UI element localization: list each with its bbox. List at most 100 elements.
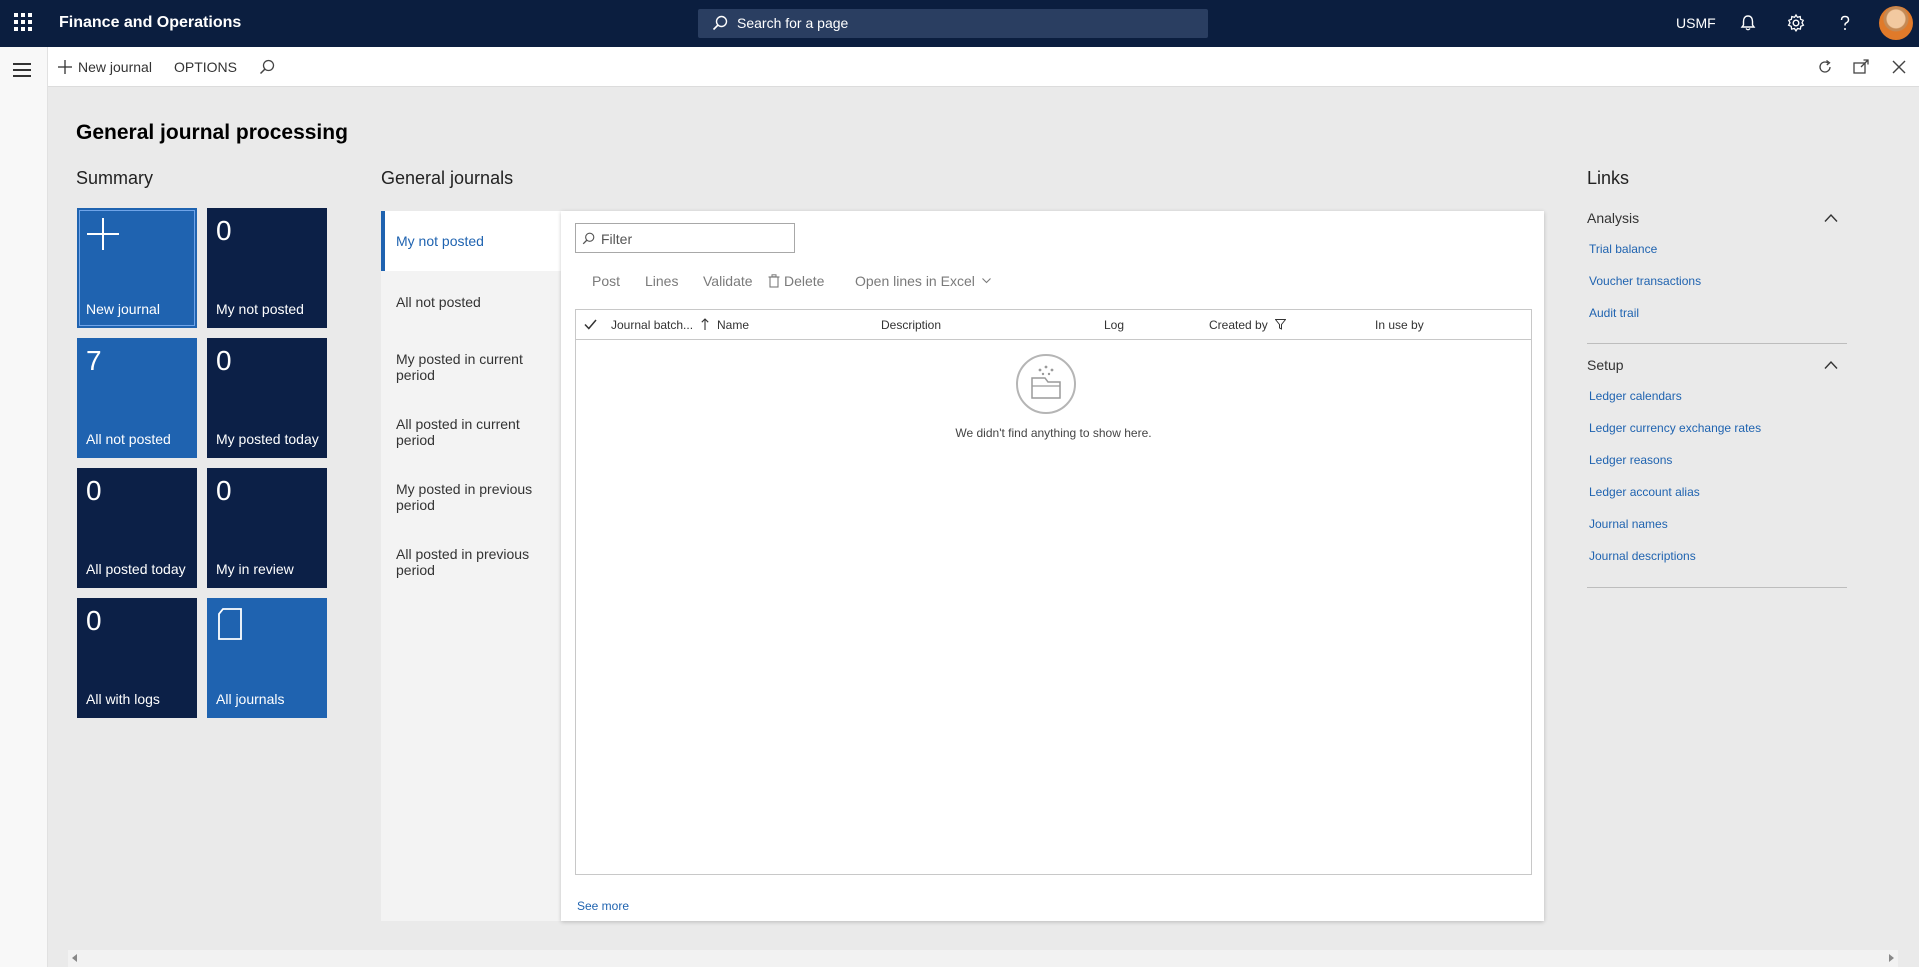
select-all-checkmark-icon[interactable] (584, 319, 597, 330)
page-search-input[interactable]: Search for a page (698, 9, 1208, 38)
links-divider (1587, 587, 1847, 588)
left-navigation-pane (0, 47, 48, 967)
plus-icon (58, 60, 72, 74)
chevron-up-icon[interactable] (1824, 360, 1838, 370)
tile-label: My in review (216, 561, 294, 577)
app-title[interactable]: Finance and Operations (59, 14, 241, 32)
tile-count: 0 (216, 475, 232, 506)
journals-grid-panel: Filter Post Lines Validate Delete Open l… (561, 211, 1544, 921)
link-ledger-reasons[interactable]: Ledger reasons (1589, 453, 1672, 467)
column-created-by-label: Created by (1209, 318, 1268, 332)
open-excel-label: Open lines in Excel (855, 273, 975, 289)
horizontal-scrollbar[interactable] (68, 950, 1898, 967)
company-picker[interactable]: USMF (1676, 15, 1716, 31)
document-icon (218, 608, 242, 640)
scroll-right-arrow-icon[interactable] (1889, 954, 1894, 962)
tile-all-posted-today[interactable]: 0 All posted today (77, 468, 197, 588)
post-button[interactable]: Post (592, 273, 620, 289)
grid-header: Journal batch... Name Description Log Cr… (576, 310, 1531, 340)
tile-my-in-review[interactable]: 0 My in review (207, 468, 327, 588)
tile-label: All not posted (86, 431, 171, 447)
user-avatar[interactable] (1879, 6, 1913, 40)
filter-icon (1274, 319, 1287, 330)
tab-all-posted-current-period[interactable]: All posted in current period (381, 416, 561, 448)
link-trial-balance[interactable]: Trial balance (1589, 242, 1657, 256)
filter-input[interactable]: Filter (575, 223, 795, 253)
tab-my-posted-current-period[interactable]: My posted in current period (381, 351, 561, 383)
tile-all-not-posted[interactable]: 7 All not posted (77, 338, 197, 458)
page-title: General journal processing (76, 121, 348, 144)
tile-all-journals[interactable]: All journals (207, 598, 327, 718)
column-journal-batch[interactable]: Journal batch... (611, 318, 709, 332)
tile-label: All posted today (86, 561, 186, 577)
link-audit-trail[interactable]: Audit trail (1589, 306, 1639, 320)
search-icon (712, 15, 728, 31)
lines-button[interactable]: Lines (645, 273, 678, 289)
chevron-down-icon (981, 278, 991, 284)
action-pane: New journal OPTIONS (48, 47, 1919, 87)
tab-all-not-posted[interactable]: All not posted (381, 294, 561, 310)
open-lines-in-excel-button[interactable]: Open lines in Excel (855, 273, 991, 289)
link-ledger-currency-exchange-rates[interactable]: Ledger currency exchange rates (1589, 421, 1761, 435)
tab-my-posted-previous-period[interactable]: My posted in previous period (381, 481, 561, 513)
tile-my-posted-today[interactable]: 0 My posted today (207, 338, 327, 458)
empty-state-message: We didn't find anything to show here. (955, 426, 1152, 440)
new-journal-label: New journal (78, 59, 152, 75)
open-in-new-window-icon[interactable] (1852, 58, 1870, 76)
column-name[interactable]: Name (717, 318, 749, 332)
journals-grid: Journal batch... Name Description Log Cr… (575, 309, 1532, 875)
tab-all-posted-previous-period[interactable]: All posted in previous period (381, 546, 561, 578)
close-icon[interactable] (1890, 58, 1908, 76)
tile-count: 0 (216, 215, 232, 246)
hamburger-menu-icon[interactable] (13, 63, 31, 77)
delete-label: Delete (784, 273, 825, 289)
column-log[interactable]: Log (1104, 318, 1124, 332)
search-icon[interactable] (259, 59, 275, 75)
link-voucher-transactions[interactable]: Voucher transactions (1589, 274, 1701, 288)
waffle-icon[interactable] (14, 13, 32, 31)
tile-new-journal[interactable]: New journal (77, 208, 197, 328)
empty-folder-icon (1016, 354, 1076, 414)
top-navigation-bar: Finance and Operations Search for a page… (0, 0, 1919, 47)
bell-icon[interactable] (1738, 13, 1758, 33)
links-group-setup[interactable]: Setup (1587, 357, 1624, 373)
refresh-icon[interactable] (1816, 58, 1834, 76)
gear-icon[interactable] (1786, 13, 1806, 33)
delete-button[interactable]: Delete (768, 273, 824, 289)
plus-icon (87, 218, 119, 250)
filter-placeholder: Filter (601, 231, 633, 247)
link-journal-names[interactable]: Journal names (1589, 517, 1668, 531)
column-description[interactable]: Description (881, 318, 941, 332)
tile-count: 7 (86, 345, 102, 376)
help-icon[interactable] (1835, 13, 1855, 33)
scroll-left-arrow-icon[interactable] (72, 954, 77, 962)
summary-section-title: Summary (76, 168, 154, 188)
tile-label: All journals (216, 691, 285, 707)
new-journal-button[interactable]: New journal (58, 47, 152, 87)
column-created-by[interactable]: Created by (1209, 318, 1287, 332)
link-ledger-calendars[interactable]: Ledger calendars (1589, 389, 1682, 403)
link-ledger-account-alias[interactable]: Ledger account alias (1589, 485, 1700, 499)
validate-button[interactable]: Validate (703, 273, 753, 289)
chevron-up-icon[interactable] (1824, 213, 1838, 223)
trash-icon (768, 274, 780, 288)
link-journal-descriptions[interactable]: Journal descriptions (1589, 549, 1696, 563)
links-section-title: Links (1587, 168, 1630, 188)
column-in-use-by[interactable]: In use by (1375, 318, 1424, 332)
tile-count: 0 (86, 475, 102, 506)
column-journal-batch-label: Journal batch... (611, 318, 694, 332)
links-group-analysis[interactable]: Analysis (1587, 210, 1639, 226)
see-more-link[interactable]: See more (577, 899, 629, 913)
sort-ascending-icon (701, 318, 709, 330)
tile-label: My not posted (216, 301, 304, 317)
tile-label: My posted today (216, 431, 319, 447)
search-icon (582, 232, 595, 245)
tab-my-not-posted[interactable]: My not posted (381, 211, 561, 271)
general-journals-section-title: General journals (381, 168, 514, 188)
tile-count: 0 (86, 605, 102, 636)
tile-all-with-logs[interactable]: 0 All with logs (77, 598, 197, 718)
journal-tabs: My not posted All not posted My posted i… (381, 211, 561, 921)
tile-label: All with logs (86, 691, 160, 707)
tile-my-not-posted[interactable]: 0 My not posted (207, 208, 327, 328)
options-button[interactable]: OPTIONS (174, 47, 237, 87)
